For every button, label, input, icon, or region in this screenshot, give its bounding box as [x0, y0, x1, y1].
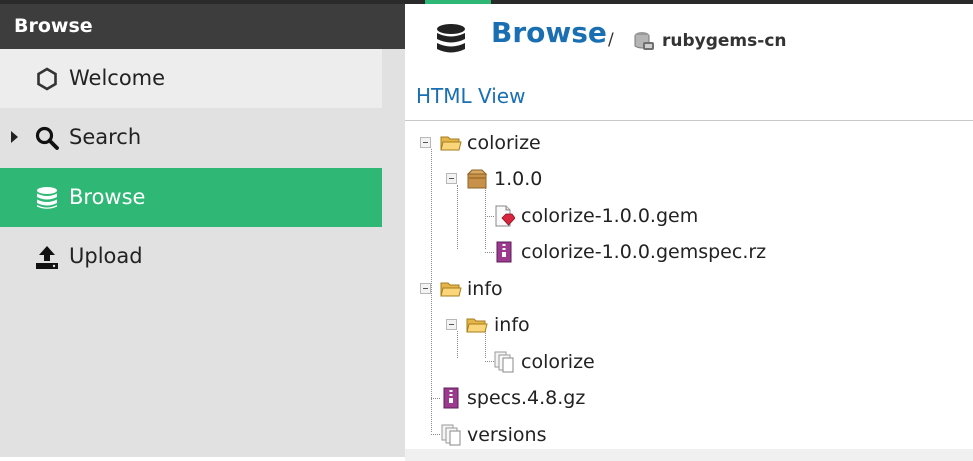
sidebar: Browse Welcome Search Browse Upload — [0, 4, 405, 457]
page-header: Browse / rubygems-cn — [405, 4, 973, 70]
gem-file-icon — [495, 205, 515, 227]
document-stack-icon — [441, 424, 461, 446]
repository-icon — [634, 32, 654, 50]
tree-node-folder[interactable]: info — [405, 311, 705, 339]
page-title: Browse — [491, 16, 607, 49]
database-icon — [37, 187, 57, 209]
main-panel: Browse / rubygems-cn HTML View colorize … — [405, 4, 973, 461]
tree-node-label: 1.0.0 — [494, 168, 543, 190]
html-view-link[interactable]: HTML View — [416, 84, 525, 108]
sidebar-item-label: Search — [69, 125, 142, 149]
tree-node-label: colorize — [467, 132, 541, 154]
collapse-toggle-icon[interactable] — [420, 137, 431, 148]
tree-node-label: info — [467, 278, 503, 300]
tree-node-package[interactable]: 1.0.0 — [405, 165, 705, 193]
package-icon — [466, 169, 488, 189]
database-icon — [437, 24, 465, 53]
tree-node-label: colorize-1.0.0.gem — [521, 205, 699, 227]
open-folder-icon — [466, 318, 488, 333]
archive-file-icon — [443, 387, 459, 409]
tree-node-folder[interactable]: colorize — [405, 129, 705, 157]
tree-node-file[interactable]: colorize-1.0.0.gem — [405, 202, 805, 230]
sidebar-item-search[interactable]: Search — [0, 108, 382, 167]
collapse-toggle-icon[interactable] — [446, 319, 457, 330]
search-icon — [35, 126, 59, 150]
breadcrumb-repository[interactable]: rubygems-cn — [662, 31, 787, 51]
upload-icon — [36, 246, 58, 269]
tree-node-file[interactable]: specs.4.8.gz — [405, 384, 705, 412]
archive-file-icon — [496, 241, 512, 263]
collapse-toggle-icon[interactable] — [446, 173, 457, 184]
open-folder-icon — [440, 282, 462, 297]
tree-node-label: colorize-1.0.0.gemspec.rz — [521, 241, 767, 263]
hexagon-icon — [37, 67, 57, 91]
sidebar-header: Browse — [0, 4, 405, 49]
sidebar-item-welcome[interactable]: Welcome — [0, 49, 382, 108]
sidebar-item-browse[interactable]: Browse — [0, 168, 382, 227]
document-stack-icon — [494, 351, 514, 373]
sidebar-item-label: Browse — [69, 185, 146, 209]
expand-arrow-icon[interactable] — [11, 131, 18, 143]
tree-node-label: colorize — [521, 351, 595, 373]
tree-node-file[interactable]: versions — [405, 421, 705, 449]
sidebar-item-label: Upload — [69, 244, 143, 268]
tree-node-file[interactable]: colorize — [405, 348, 705, 376]
tree-node-folder[interactable]: info — [405, 275, 705, 303]
sidebar-item-label: Welcome — [69, 66, 166, 90]
tree-footer — [405, 449, 973, 461]
sidebar-item-upload[interactable]: Upload — [0, 227, 382, 286]
collapse-toggle-icon[interactable] — [420, 283, 431, 294]
tree-node-label: versions — [467, 424, 547, 446]
tree-node-label: specs.4.8.gz — [467, 387, 586, 409]
breadcrumb-separator: / — [608, 30, 614, 50]
file-tree: colorize 1.0.0 colorize-1.0.0.gem colori… — [405, 121, 973, 451]
tree-node-label: info — [494, 314, 530, 336]
open-folder-icon — [440, 136, 462, 151]
tree-node-file[interactable]: colorize-1.0.0.gemspec.rz — [405, 238, 805, 266]
